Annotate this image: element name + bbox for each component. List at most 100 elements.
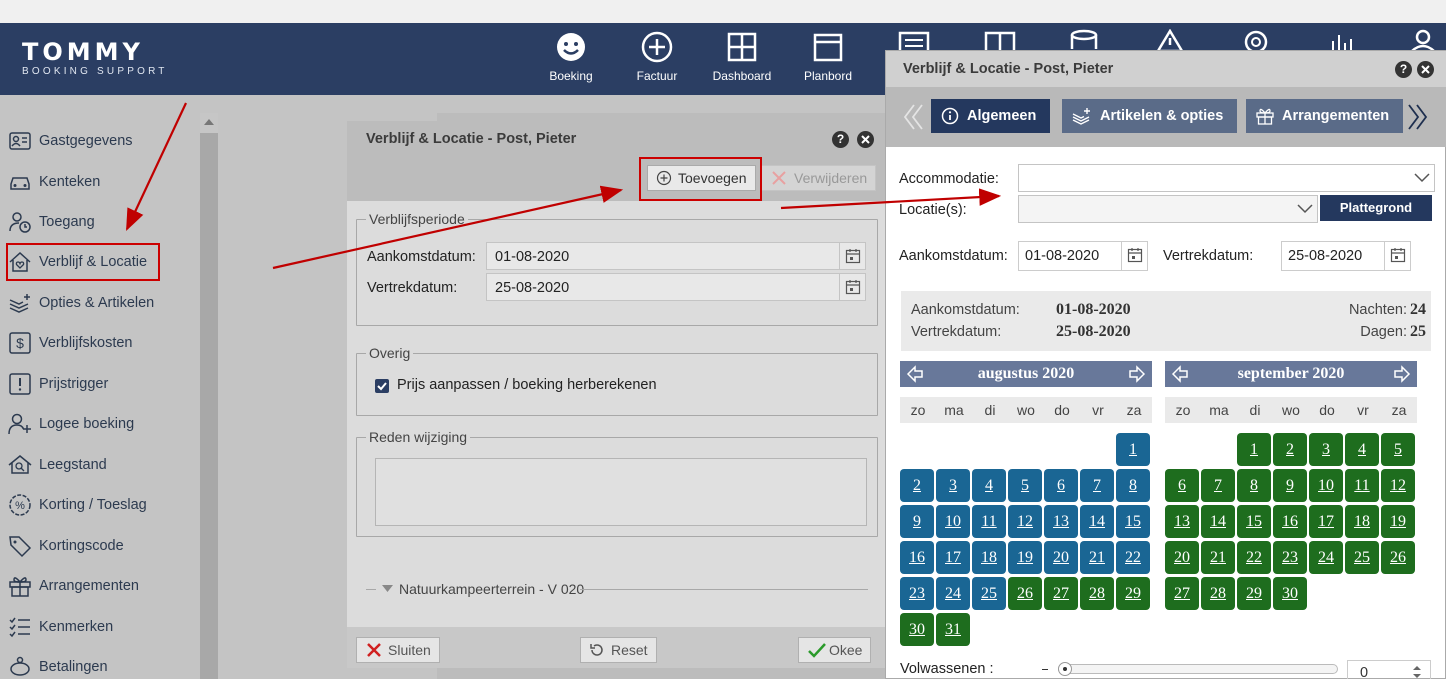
calendar-day[interactable]: 13 [1165, 505, 1199, 538]
calendar-day[interactable]: 28 [1201, 577, 1235, 610]
calendar-day[interactable]: 7 [1201, 469, 1235, 502]
calendar-day[interactable]: 22 [1237, 541, 1271, 574]
calendar-day[interactable]: 10 [1309, 469, 1343, 502]
calendar-day[interactable]: 4 [972, 469, 1006, 502]
sidebar-item-logee-boeking[interactable]: Logee boeking [8, 407, 198, 441]
nav-planbord[interactable]: Planbord [788, 31, 868, 83]
chevrons-right-icon[interactable] [1405, 103, 1429, 131]
calendar-day[interactable]: 2 [1273, 433, 1307, 466]
delete-button[interactable]: Verwijderen [761, 165, 877, 191]
calendar-day[interactable]: 11 [1345, 469, 1379, 502]
sidebar-item-gastgegevens[interactable]: Gastgegevens [8, 124, 198, 158]
calendar-day[interactable]: 24 [1309, 541, 1343, 574]
calendar-day[interactable]: 18 [1345, 505, 1379, 538]
accommodation-select[interactable] [1018, 164, 1435, 192]
calendar-day[interactable]: 1 [1116, 433, 1150, 466]
sidebar-item-verblijf-locatie[interactable]: Verblijf & Locatie [6, 243, 160, 281]
calendar-button[interactable] [1121, 242, 1147, 270]
calendar-day[interactable]: 25 [972, 577, 1006, 610]
calendar-day[interactable]: 4 [1345, 433, 1379, 466]
calendar-day[interactable]: 16 [900, 541, 934, 574]
calendar-day[interactable]: 5 [1008, 469, 1042, 502]
sidebar-item-betalingen[interactable]: Betalingen [8, 650, 198, 679]
calendar-day[interactable]: 13 [1044, 505, 1078, 538]
calendar-day[interactable]: 27 [1044, 577, 1078, 610]
calendar-day[interactable]: 26 [1381, 541, 1415, 574]
chevrons-left-icon[interactable] [902, 103, 926, 131]
arrow-right-icon[interactable] [1393, 365, 1411, 383]
floorplan-button[interactable]: Plattegrond [1320, 195, 1432, 221]
departure-date-field[interactable]: 25-08-2020 [486, 273, 866, 301]
calendar-day[interactable]: 5 [1381, 433, 1415, 466]
tab-artikelen-opties[interactable]: Artikelen & opties [1062, 99, 1238, 133]
calendar-day[interactable]: 1 [1237, 433, 1271, 466]
calendar-day[interactable]: 31 [936, 613, 970, 646]
app-logo[interactable]: TOMMY BOOKING SUPPORT [22, 39, 168, 77]
calendar-day[interactable]: 11 [972, 505, 1006, 538]
close-icon[interactable] [1417, 61, 1434, 78]
help-button[interactable]: ? [1395, 61, 1412, 78]
close-icon[interactable] [857, 131, 874, 148]
arrow-left-icon[interactable] [906, 365, 924, 383]
calendar-day[interactable]: 19 [1008, 541, 1042, 574]
calendar-day[interactable]: 14 [1201, 505, 1235, 538]
calendar-day[interactable]: 21 [1201, 541, 1235, 574]
calendar-day[interactable]: 9 [1273, 469, 1307, 502]
scroll-up-button[interactable] [200, 113, 218, 133]
sidebar-item-arrangementen[interactable]: Arrangementen [8, 569, 198, 603]
calendar-day[interactable]: 28 [1080, 577, 1114, 610]
calendar-day[interactable]: 3 [936, 469, 970, 502]
calendar-day[interactable]: 30 [1273, 577, 1307, 610]
spinner-arrows-icon[interactable] [1412, 664, 1422, 679]
calendar-button[interactable] [839, 274, 865, 300]
sidebar-item-prijstrigger[interactable]: Prijstrigger [8, 367, 198, 401]
calendar-day[interactable]: 22 [1116, 541, 1150, 574]
calendar-day[interactable]: 8 [1116, 469, 1150, 502]
calendar-day[interactable]: 19 [1381, 505, 1415, 538]
settings-icon[interactable] [1241, 29, 1271, 51]
calendar-day[interactable]: 17 [936, 541, 970, 574]
calendar-day[interactable]: 7 [1080, 469, 1114, 502]
calendar-day[interactable]: 21 [1080, 541, 1114, 574]
recalc-checkbox[interactable] [375, 379, 389, 393]
calendar-day[interactable]: 8 [1237, 469, 1271, 502]
calendar-day[interactable]: 30 [900, 613, 934, 646]
calendar-day[interactable]: 23 [1273, 541, 1307, 574]
sidebar-item-kenteken[interactable]: Kenteken [8, 165, 198, 199]
calendar-button[interactable] [839, 243, 865, 269]
calendar-day[interactable]: 15 [1237, 505, 1271, 538]
calendar-day[interactable]: 6 [1044, 469, 1078, 502]
calendar-day[interactable]: 23 [900, 577, 934, 610]
calendar-day[interactable]: 2 [900, 469, 934, 502]
departure-date-field[interactable]: 25-08-2020 [1281, 241, 1411, 271]
calendar-day[interactable]: 25 [1345, 541, 1379, 574]
sidebar-item-korting-toeslag[interactable]: % Korting / Toeslag [8, 488, 198, 522]
user-settings-icon[interactable] [1410, 29, 1440, 51]
help-button[interactable]: ? [832, 131, 849, 148]
slider-handle[interactable] [1058, 662, 1072, 676]
sidebar-item-opties-artikelen[interactable]: Opties & Artikelen [8, 286, 198, 320]
sidebar-scrollbar[interactable] [200, 113, 218, 679]
sidebar-item-toegang[interactable]: Toegang [8, 205, 198, 239]
database-icon[interactable] [1070, 29, 1098, 51]
arrow-right-icon[interactable] [1128, 365, 1146, 383]
calendar-day[interactable]: 20 [1165, 541, 1199, 574]
nav-dashboard[interactable]: Dashboard [702, 31, 782, 83]
calendar-button[interactable] [1384, 242, 1410, 270]
calendar-day[interactable]: 24 [936, 577, 970, 610]
locations-select[interactable] [1018, 195, 1318, 223]
calendar-day[interactable]: 17 [1309, 505, 1343, 538]
adults-slider[interactable] [1058, 662, 1338, 676]
calendar-day[interactable]: 15 [1116, 505, 1150, 538]
calendar-day[interactable]: 29 [1116, 577, 1150, 610]
calendar-day[interactable]: 18 [972, 541, 1006, 574]
arrival-date-field[interactable]: 01-08-2020 [1018, 241, 1148, 271]
calendar-day[interactable]: 14 [1080, 505, 1114, 538]
calendar-day[interactable]: 3 [1309, 433, 1343, 466]
sidebar-item-verblijfskosten[interactable]: $ Verblijfskosten [8, 326, 198, 360]
calendar-day[interactable]: 9 [900, 505, 934, 538]
sidebar-item-kenmerken[interactable]: Kenmerken [8, 610, 198, 644]
calendar-day[interactable]: 26 [1008, 577, 1042, 610]
close-button[interactable]: Sluiten [356, 637, 440, 663]
calendar-day[interactable]: 29 [1237, 577, 1271, 610]
